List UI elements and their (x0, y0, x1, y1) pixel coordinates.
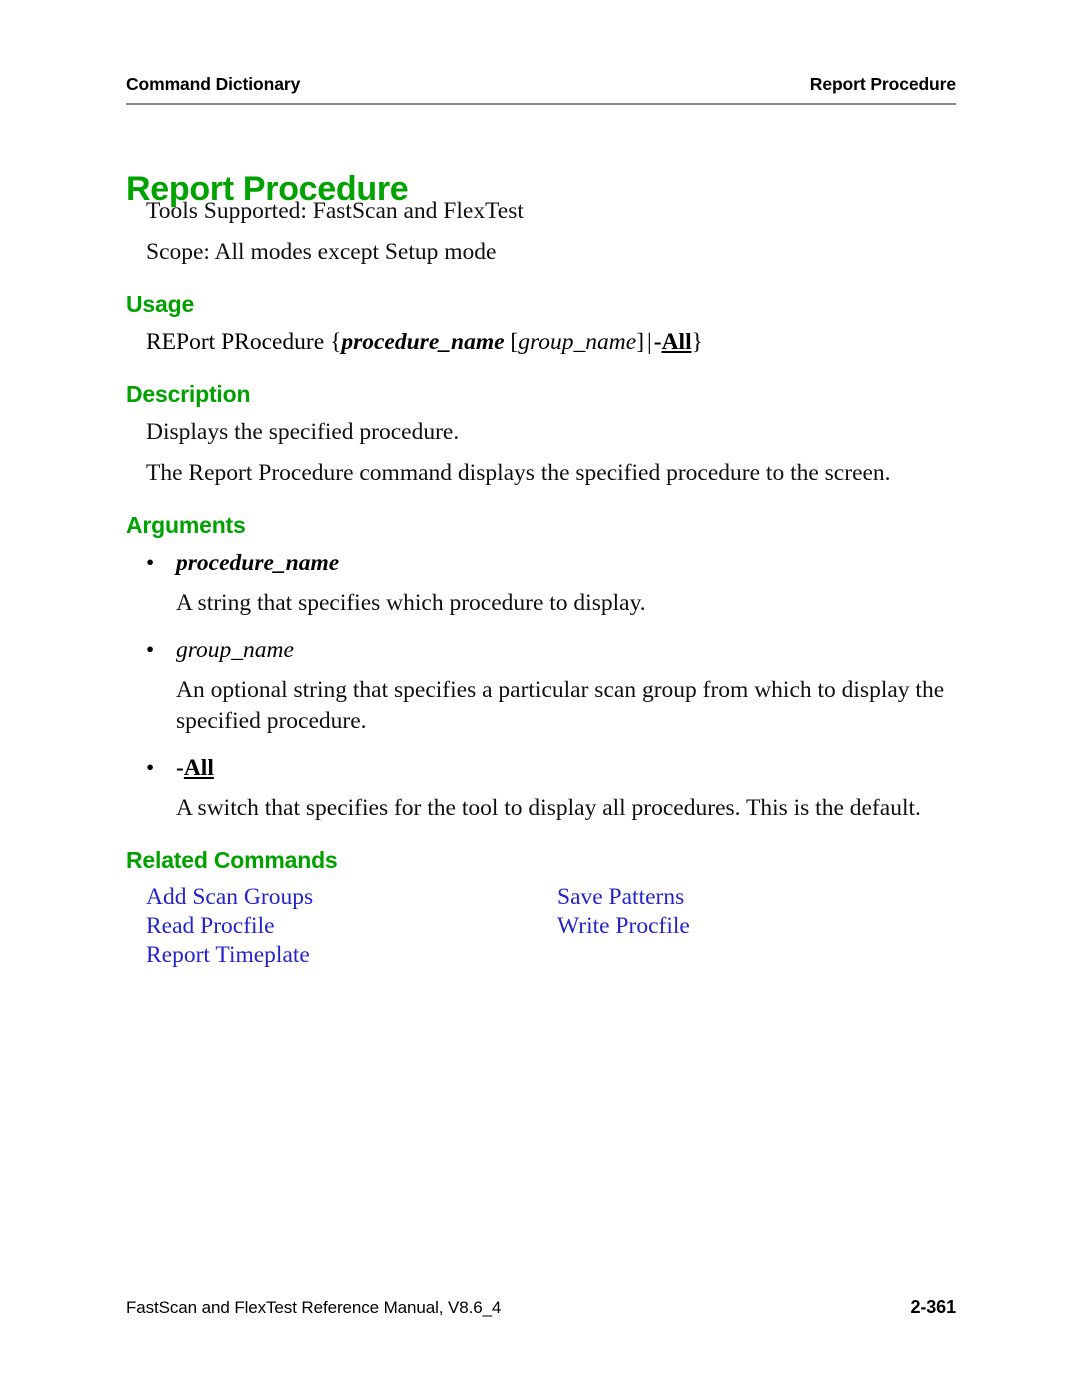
footer-manual-title: FastScan and FlexTest Reference Manual, … (126, 1298, 502, 1317)
description-line-2: The Report Procedure command displays th… (146, 460, 891, 486)
argument-item-procedure-name: • procedure_name (146, 548, 964, 579)
running-header-left: Command Dictionary (126, 74, 301, 94)
usage-bracket-close: ] (636, 329, 645, 355)
bullet-icon: • (146, 637, 155, 663)
argument-switch-dash: - (176, 755, 184, 781)
related-command-link-report-timeplate[interactable]: Report Timeplate (146, 941, 557, 970)
document-content: Tools Supported: FastScan and FlexTest S… (126, 196, 964, 970)
related-commands-column-left: Add Scan Groups Read Procfile Report Tim… (146, 883, 557, 970)
related-commands-list: Add Scan Groups Read Procfile Report Tim… (146, 883, 964, 970)
scope-line: Scope: All modes except Setup mode (146, 239, 497, 265)
section-heading-description: Description (126, 381, 251, 407)
usage-switch-all-text: All (661, 329, 692, 355)
argument-description-procedure-name: A string that specifies which procedure … (176, 590, 646, 616)
usage-arg-procedure-name: procedure_name (341, 329, 505, 355)
related-command-link-read-procfile[interactable]: Read Procfile (146, 912, 557, 941)
running-header: Command Dictionary Report Procedure (126, 74, 956, 95)
section-heading-related-commands: Related Commands (126, 847, 338, 873)
argument-name-text: All (183, 755, 214, 781)
footer-page-number: 2-361 (910, 1297, 956, 1317)
page-footer: FastScan and FlexTest Reference Manual, … (126, 1297, 956, 1318)
related-command-link-add-scan-groups[interactable]: Add Scan Groups (146, 883, 557, 912)
usage-switch-all: All (662, 329, 692, 355)
usage-close-brace: } (691, 329, 703, 355)
usage-switch-dash: - (653, 329, 662, 355)
related-command-link-write-procfile[interactable]: Write Procfile (557, 912, 690, 941)
argument-name: group_name (176, 637, 294, 663)
section-heading-arguments: Arguments (126, 512, 246, 538)
argument-description-all-switch: A switch that specifies for the tool to … (176, 795, 921, 821)
argument-name: procedure_name (176, 550, 340, 576)
bullet-icon: • (146, 550, 155, 576)
related-commands-column-right: Save Patterns Write Procfile (557, 883, 690, 970)
running-header-right: Report Procedure (809, 74, 956, 94)
argument-name: All (184, 755, 214, 781)
description-line-1: Displays the specified procedure. (146, 419, 460, 445)
usage-separator-pipe: | (647, 329, 652, 355)
argument-item-all-switch: • -All (146, 753, 964, 784)
usage-command-name: REPort PRocedure (146, 329, 325, 355)
usage-open-brace: { (330, 329, 342, 355)
argument-description-group-name: An optional string that specifies a part… (176, 677, 945, 734)
section-heading-usage: Usage (126, 291, 195, 317)
usage-arg-group-name: group_name (518, 329, 637, 355)
usage-syntax-line: REPort PRocedure {procedure_name [group_… (146, 327, 964, 358)
related-command-link-save-patterns[interactable]: Save Patterns (557, 883, 690, 912)
argument-item-group-name: • group_name (146, 635, 964, 666)
header-divider-rule (126, 103, 956, 105)
bullet-icon: • (146, 755, 155, 781)
tools-supported-line: Tools Supported: FastScan and FlexTest (146, 198, 524, 224)
document-page: Command Dictionary Report Procedure Repo… (0, 0, 1080, 1397)
